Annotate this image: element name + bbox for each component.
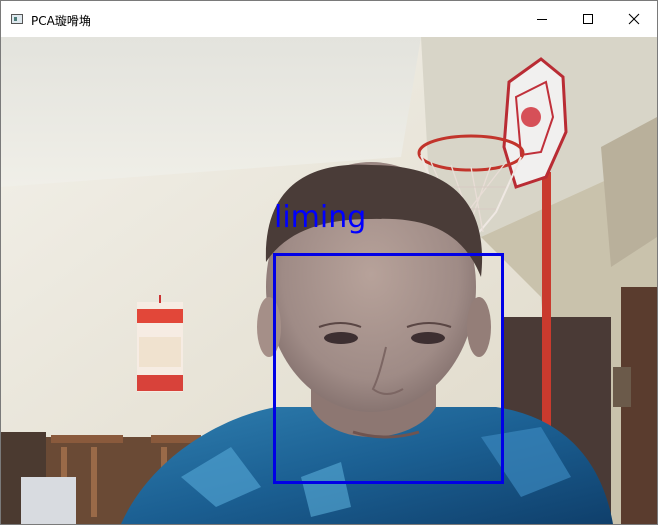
window-title: PCA璇嗗埆 — [31, 14, 91, 28]
detection-label: liming — [274, 200, 367, 235]
maximize-icon — [583, 14, 593, 24]
close-button[interactable] — [611, 1, 657, 37]
face-detection-box — [273, 253, 504, 484]
camera-frame: liming — [1, 37, 657, 524]
minimize-icon — [537, 19, 547, 20]
maximize-button[interactable] — [565, 1, 611, 37]
app-icon — [11, 14, 23, 24]
close-icon — [628, 13, 640, 25]
app-window: PCA璇嗗埆 liming — [0, 0, 658, 525]
title-bar[interactable]: PCA璇嗗埆 — [1, 1, 657, 37]
minimize-button[interactable] — [519, 1, 565, 37]
